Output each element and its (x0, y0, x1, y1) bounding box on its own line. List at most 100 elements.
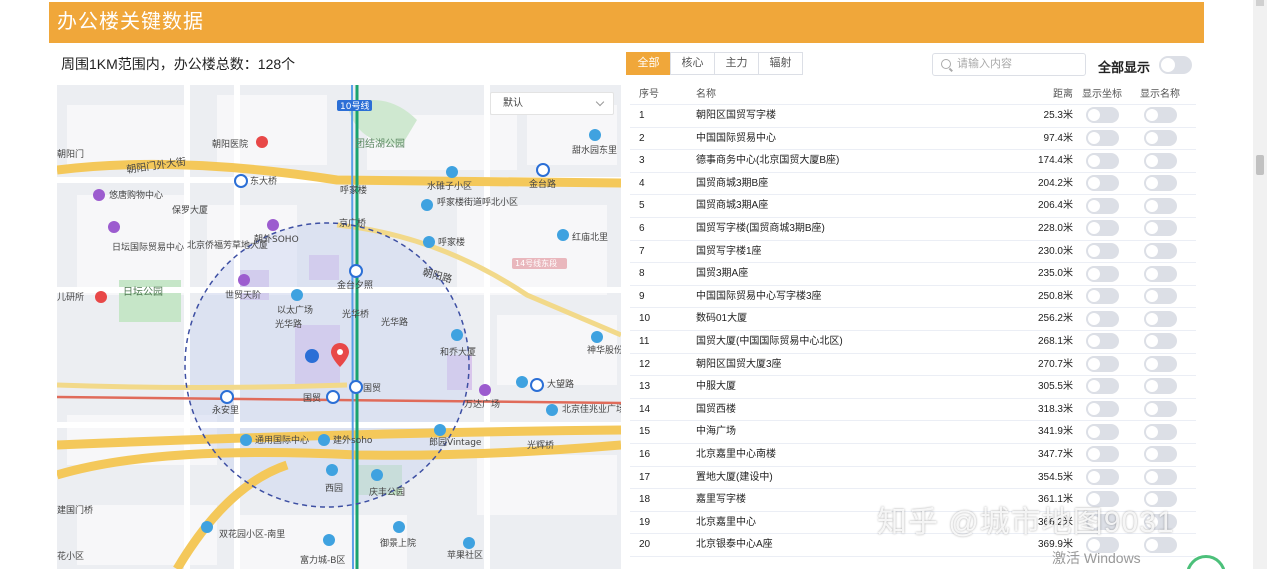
tab-core[interactable]: 核心 (670, 52, 715, 75)
show-coord-toggle[interactable] (1085, 220, 1119, 237)
scrollbar-thumb[interactable] (1256, 155, 1264, 175)
row-index: 11 (639, 335, 650, 347)
show-name-toggle[interactable] (1143, 378, 1177, 395)
row-index: 5 (639, 200, 645, 212)
show-coord-toggle[interactable] (1085, 152, 1119, 169)
map-label: 团结湖公园 (355, 137, 405, 150)
row-distance: 347.7米 (1037, 448, 1073, 460)
map-label: 北京佳兆业广场 (562, 403, 621, 415)
show-name-toggle[interactable] (1143, 242, 1177, 259)
map-label: 朝外SOHO (254, 233, 299, 245)
tab-radiate[interactable]: 辐射 (758, 52, 803, 75)
row-index: 15 (639, 426, 651, 438)
map-label: 金台路 (529, 178, 556, 190)
show-name-toggle[interactable] (1143, 107, 1177, 124)
show-name-toggle[interactable] (1143, 333, 1177, 350)
tab-all[interactable]: 全部 (626, 52, 671, 75)
show-coord-toggle[interactable] (1085, 310, 1119, 327)
row-index: 16 (639, 448, 651, 460)
map-label: 永安里 (212, 404, 239, 416)
map-label: 世贸天阶 (225, 289, 261, 301)
row-index: 14 (639, 403, 651, 415)
map-label: 红庙北里 (572, 231, 608, 243)
show-name-toggle[interactable] (1143, 423, 1177, 440)
row-name: 国贸大厦(中国国际贸易中心北区) (696, 335, 843, 347)
map-label: 14号线东段 (515, 258, 557, 268)
show-name-toggle[interactable] (1143, 265, 1177, 282)
map-style-select[interactable]: 默认 (490, 92, 614, 115)
row-index: 9 (639, 290, 645, 302)
show-coord-toggle[interactable] (1085, 355, 1119, 372)
windows-activation-notice: 激活 Windows (1052, 550, 1141, 566)
row-distance: 97.4米 (1043, 132, 1073, 144)
show-coord-toggle[interactable] (1085, 468, 1119, 485)
show-name-toggle[interactable] (1143, 355, 1177, 372)
row-distance: 354.5米 (1037, 471, 1073, 483)
row-name: 数码01大厦 (696, 313, 748, 325)
row-name: 国贸3期A座 (696, 268, 749, 280)
show-name-toggle[interactable] (1143, 152, 1177, 169)
show-coord-toggle[interactable] (1085, 378, 1119, 395)
show-name-toggle[interactable] (1143, 220, 1177, 237)
row-index: 7 (639, 245, 645, 257)
show-coord-toggle[interactable] (1085, 333, 1119, 350)
page: 办公楼关键数据 周围1KM范围内，办公楼总数：128个 全部 核心 主力 辐射 … (0, 0, 1267, 569)
map-label: 保罗大厦 (172, 204, 208, 216)
show-name-toggle[interactable] (1143, 197, 1177, 214)
show-name-toggle[interactable] (1143, 175, 1177, 192)
row-distance: 230.0米 (1037, 245, 1073, 257)
show-coord-toggle[interactable] (1085, 107, 1119, 124)
show-coord-toggle[interactable] (1085, 197, 1119, 214)
search-input[interactable]: 请输入内容 (932, 53, 1086, 76)
table-row: 2 中国国际贸易中心 97.4米 (630, 128, 1196, 151)
map-label: 苹果社区 (447, 549, 483, 561)
table-row: 10 数码01大厦 256.2米 (630, 308, 1196, 331)
row-name: 国贸写字楼1座 (696, 245, 762, 257)
map-label: 呼家楼 (438, 236, 465, 248)
show-name-toggle[interactable] (1143, 288, 1177, 305)
row-index: 12 (639, 358, 651, 370)
show-coord-toggle[interactable] (1085, 265, 1119, 282)
table-row: 17 置地大厦(建设中) 354.5米 (630, 467, 1196, 490)
row-name: 北京嘉里中心南楼 (696, 448, 776, 460)
map-label: 富力城-B区 (300, 554, 345, 566)
row-distance: 305.5米 (1037, 381, 1073, 393)
map-canvas[interactable]: 10号线 团结湖公园 朝阳医院 甜水园东里 朝阳门外大街 东大桥 呼家楼 水碓子… (57, 85, 621, 569)
table-header: 序号 名称 距离 显示坐标 显示名称 (630, 85, 1196, 105)
show-name-toggle[interactable] (1143, 446, 1177, 463)
show-name-toggle[interactable] (1143, 468, 1177, 485)
table-row: 3 德事商务中心(北京国贸大厦B座) 174.4米 (630, 150, 1196, 173)
show-coord-toggle[interactable] (1085, 288, 1119, 305)
show-coord-toggle[interactable] (1085, 242, 1119, 259)
col-show-coord: 显示坐标 (1082, 89, 1122, 100)
show-all-toggle[interactable] (1159, 56, 1192, 74)
row-name: 朝阳区国贸写字楼 (696, 110, 776, 121)
show-coord-toggle[interactable] (1085, 446, 1119, 463)
show-coord-toggle[interactable] (1085, 401, 1119, 418)
map-label: 东大桥 (250, 175, 277, 187)
map-label: 通用国际中心 (255, 434, 309, 446)
map-label: 日坛公园 (123, 286, 163, 298)
row-name: 国贸商城3期A座 (696, 200, 769, 212)
map-label: 西园 (325, 483, 343, 494)
show-coord-toggle[interactable] (1085, 175, 1119, 192)
row-name: 朝阳区国贸大厦3座 (696, 358, 782, 370)
map-label: 光华路 (381, 316, 408, 328)
row-index: 8 (639, 268, 645, 280)
row-index: 4 (639, 177, 645, 189)
scrollbar-up[interactable] (1256, 0, 1264, 6)
row-distance: 250.8米 (1037, 290, 1073, 302)
show-name-toggle[interactable] (1143, 310, 1177, 327)
table-row: 5 国贸商城3期A座 206.4米 (630, 195, 1196, 218)
page-scrollbar[interactable] (1253, 0, 1267, 569)
map-view[interactable]: 10号线 团结湖公园 朝阳医院 甜水园东里 朝阳门外大街 东大桥 呼家楼 水碓子… (57, 85, 621, 569)
table-row: 11 国贸大厦(中国国际贸易中心北区) 268.1米 (630, 331, 1196, 354)
show-coord-toggle[interactable] (1085, 423, 1119, 440)
map-label: 日坛国际贸易中心 (112, 241, 184, 253)
show-name-toggle[interactable] (1143, 401, 1177, 418)
row-index: 6 (639, 222, 645, 234)
tab-main[interactable]: 主力 (714, 52, 759, 75)
map-label: 甜水园东里 (572, 144, 617, 156)
show-name-toggle[interactable] (1143, 129, 1177, 146)
show-coord-toggle[interactable] (1085, 129, 1119, 146)
